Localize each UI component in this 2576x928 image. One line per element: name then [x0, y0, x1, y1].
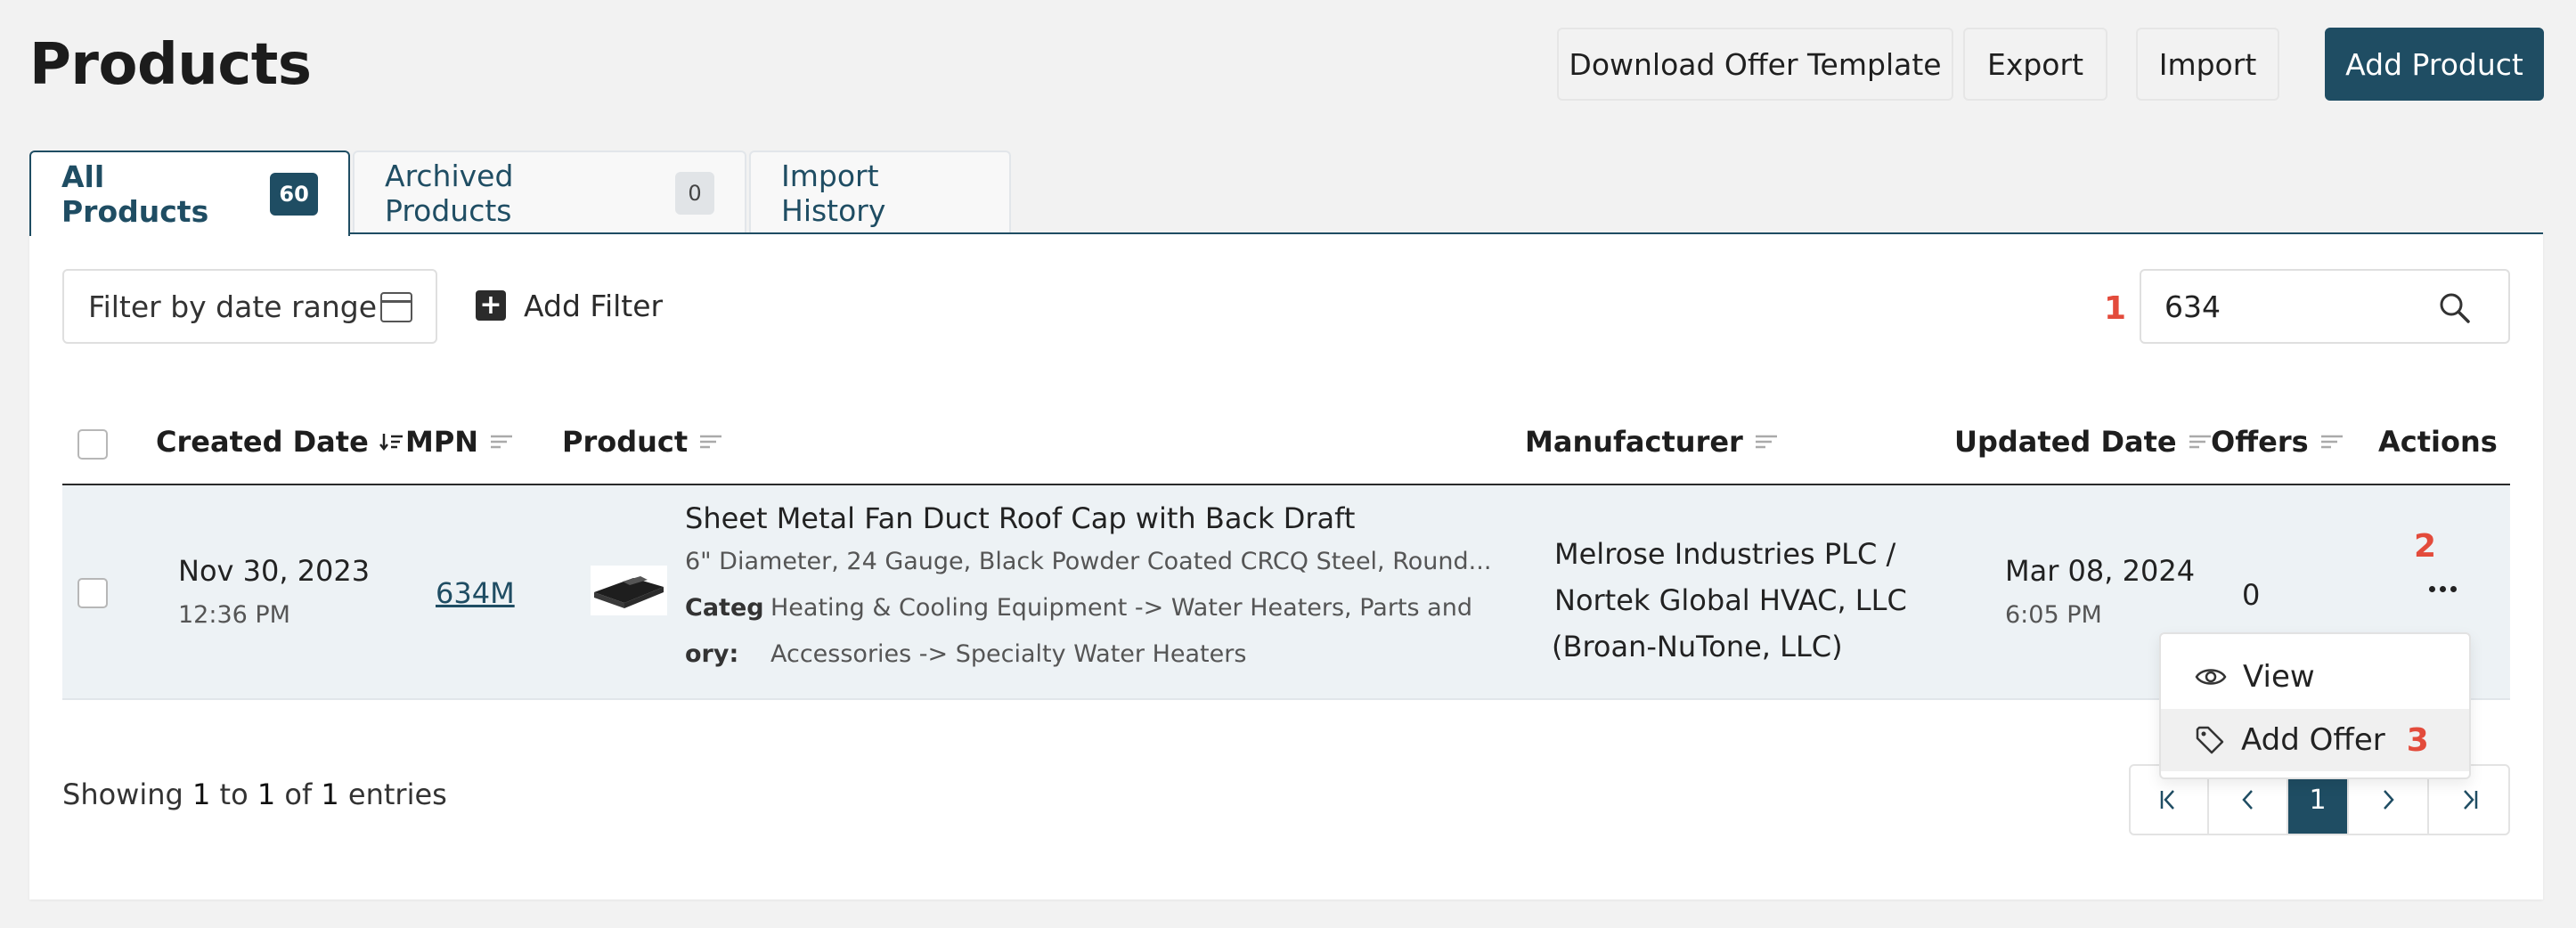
created-time: 12:36 PM [178, 601, 290, 629]
table-row[interactable]: Nov 30, 2023 12:36 PM 634M Sheet Metal F… [62, 485, 2510, 700]
summary-from: 1 [192, 777, 211, 811]
search-input[interactable] [2164, 289, 2432, 324]
date-range-label: Filter by date range [88, 289, 378, 324]
search-box[interactable] [2140, 269, 2510, 344]
category-label-cont: ory: [685, 640, 738, 668]
calendar-icon [380, 292, 412, 322]
product-description: 6" Diameter, 24 Gauge, Black Powder Coat… [685, 548, 1492, 575]
tag-icon [2196, 726, 2224, 754]
count-badge: 0 [675, 172, 714, 215]
offers-count: 0 [2242, 578, 2261, 612]
category-path-line-2: Accessories -> Specialty Water Heaters [770, 640, 1247, 668]
eye-icon [2195, 669, 2227, 685]
updated-time: 6:05 PM [2005, 601, 2102, 629]
summary-total: 1 [321, 777, 339, 811]
tab-label: All Products [61, 159, 209, 229]
created-date: Nov 30, 2023 [178, 554, 371, 588]
column-header-updated-date[interactable]: Updated Date [1954, 425, 2213, 459]
sort-icon [2320, 435, 2343, 449]
summary-text: Showing [62, 777, 183, 811]
download-offer-template-button[interactable]: Download Offer Template [1557, 28, 1953, 101]
summary-text: of [284, 777, 313, 811]
first-page-icon [2160, 790, 2174, 810]
column-header-created-date[interactable]: Created Date [156, 425, 404, 459]
column-label: Offers [2211, 425, 2309, 459]
category-label-part: Categ [685, 594, 764, 622]
column-label: Manufacturer [1525, 425, 1743, 459]
plus-icon: + [476, 290, 506, 321]
chevron-right-icon [2384, 790, 2394, 810]
category-label-part: ory: [685, 640, 739, 668]
export-button[interactable]: Export [1963, 28, 2107, 101]
column-label: Created Date [156, 425, 369, 459]
product-thumbnail[interactable] [591, 566, 667, 615]
tab-import-history[interactable]: Import History [749, 151, 1011, 234]
menu-item-label: Add Offer [2241, 722, 2385, 758]
category-label: Categ [685, 594, 764, 622]
sort-icon [2189, 435, 2211, 449]
row-actions-dropdown: View Add Offer 3 [2159, 632, 2471, 779]
chevron-left-icon [2241, 790, 2253, 810]
date-range-filter[interactable]: Filter by date range [62, 269, 437, 344]
mpn-link[interactable]: 634M [436, 576, 515, 610]
manufacturer-line-2: Nortek Global HVAC, LLC [1554, 583, 1907, 617]
manufacturer-line-3: (Broan-NuTone, LLC) [1552, 630, 1843, 663]
column-header-offers[interactable]: Offers [2211, 425, 2344, 459]
page-title: Products [29, 32, 312, 98]
annotation-marker-2: 2 [2414, 528, 2437, 565]
column-header-manufacturer[interactable]: Manufacturer [1525, 425, 1779, 459]
tab-label: Archived Products [385, 159, 514, 228]
summary-text: to [219, 777, 249, 811]
annotation-marker-1: 1 [2104, 290, 2127, 327]
tab-label: Import History [781, 159, 886, 228]
products-page: Products Download Offer Template Export … [0, 0, 2576, 928]
column-label: Updated Date [1954, 425, 2177, 459]
column-header-actions: Actions [2378, 425, 2498, 459]
summary-to: 1 [257, 777, 276, 811]
product-name: Sheet Metal Fan Duct Roof Cap with Back … [685, 501, 1356, 535]
add-product-button[interactable]: Add Product [2325, 28, 2544, 101]
add-filter-button[interactable]: + Add Filter [476, 281, 663, 330]
column-header-mpn[interactable]: MPN [405, 425, 514, 459]
menu-item-label: View [2243, 659, 2315, 695]
add-filter-label: Add Filter [524, 288, 664, 323]
row-checkbox[interactable] [77, 578, 108, 608]
column-label: MPN [405, 425, 479, 459]
menu-item-add-offer[interactable]: Add Offer 3 [2161, 709, 2469, 771]
menu-item-view[interactable]: View [2161, 646, 2469, 708]
manufacturer-line-1: Melrose Industries PLC / [1554, 537, 1896, 571]
count-badge: 60 [270, 173, 318, 216]
category-path-line-1: Heating & Cooling Equipment -> Water Hea… [770, 594, 1472, 622]
annotation-marker-3: 3 [2406, 721, 2429, 759]
updated-date: Mar 08, 2024 [2005, 554, 2196, 588]
sort-icon [491, 435, 513, 449]
sort-icon [1755, 435, 1777, 449]
column-header-product[interactable]: Product [562, 425, 723, 459]
column-label: Actions [2378, 425, 2498, 459]
import-button[interactable]: Import [2136, 28, 2279, 101]
row-actions-menu-icon[interactable] [2429, 586, 2457, 592]
entries-summary: Showing 1 to 1 of 1 entries [62, 777, 447, 811]
column-label: Product [562, 425, 689, 459]
tab-all-products[interactable]: All Products 60 [29, 151, 350, 236]
last-page-icon [2463, 790, 2477, 810]
summary-text: entries [347, 777, 447, 811]
products-card: Filter by date range + Add Filter 1 Crea… [29, 232, 2543, 900]
sort-descending-icon [379, 434, 403, 452]
select-all-checkbox[interactable] [77, 429, 108, 460]
search-icon[interactable] [2437, 290, 2473, 326]
tab-archived-products[interactable]: Archived Products 0 [353, 151, 746, 234]
sort-icon [700, 435, 722, 449]
